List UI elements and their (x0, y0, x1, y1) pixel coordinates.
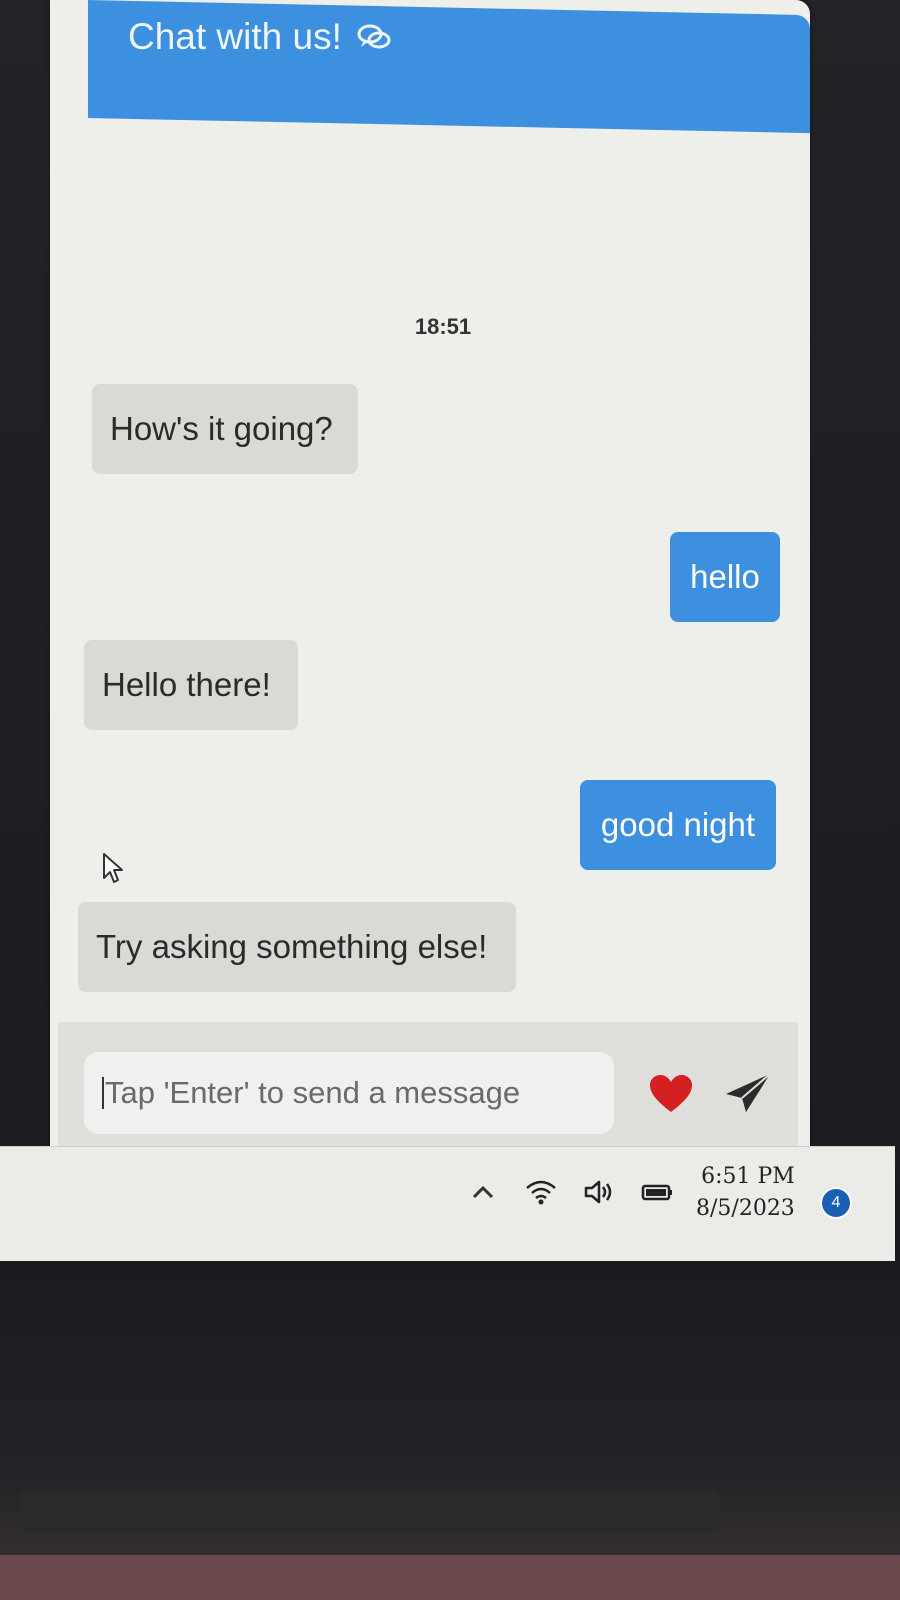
battery-icon[interactable] (640, 1177, 674, 1207)
user-message: hello (670, 532, 780, 622)
heart-icon[interactable] (648, 1074, 694, 1114)
user-message: good night (580, 780, 776, 870)
monitor-bezel (0, 1262, 900, 1600)
message-input-placeholder: Tap 'Enter' to send a message (105, 1075, 521, 1110)
text-caret (102, 1077, 104, 1109)
bot-message: How's it going? (92, 384, 358, 474)
chevron-up-icon[interactable] (466, 1177, 500, 1207)
clock-time: 6:51 PM (701, 1164, 795, 1189)
taskbar: 6:51 PM 8/5/2023 4 (0, 1146, 895, 1261)
bot-message: Try asking something else! (78, 902, 516, 992)
conversation-timestamp: 18:51 (414, 314, 472, 339)
keyboard-edge (20, 1490, 720, 1530)
chat-title: Chat with us! (128, 16, 392, 58)
notification-badge[interactable]: 4 (820, 1187, 852, 1219)
message-input[interactable]: Tap 'Enter' to send a message (84, 1052, 614, 1134)
speaker-icon[interactable] (582, 1177, 616, 1207)
system-tray (466, 1177, 674, 1207)
wifi-icon[interactable] (524, 1177, 558, 1207)
chat-bubbles-icon (356, 22, 392, 52)
send-icon[interactable] (724, 1072, 772, 1114)
desk-surface (0, 1555, 900, 1600)
message-composer: Tap 'Enter' to send a message (58, 1022, 798, 1150)
mouse-pointer-icon (102, 852, 126, 884)
taskbar-clock[interactable]: 6:51 PM 8/5/2023 (696, 1161, 795, 1225)
bot-message: Hello there! (84, 640, 298, 730)
chat-window: Chat with us! 18:51 How's it going? hell… (50, 0, 810, 1150)
chat-title-text: Chat with us! (128, 16, 342, 57)
clock-date: 8/5/2023 (696, 1196, 795, 1221)
